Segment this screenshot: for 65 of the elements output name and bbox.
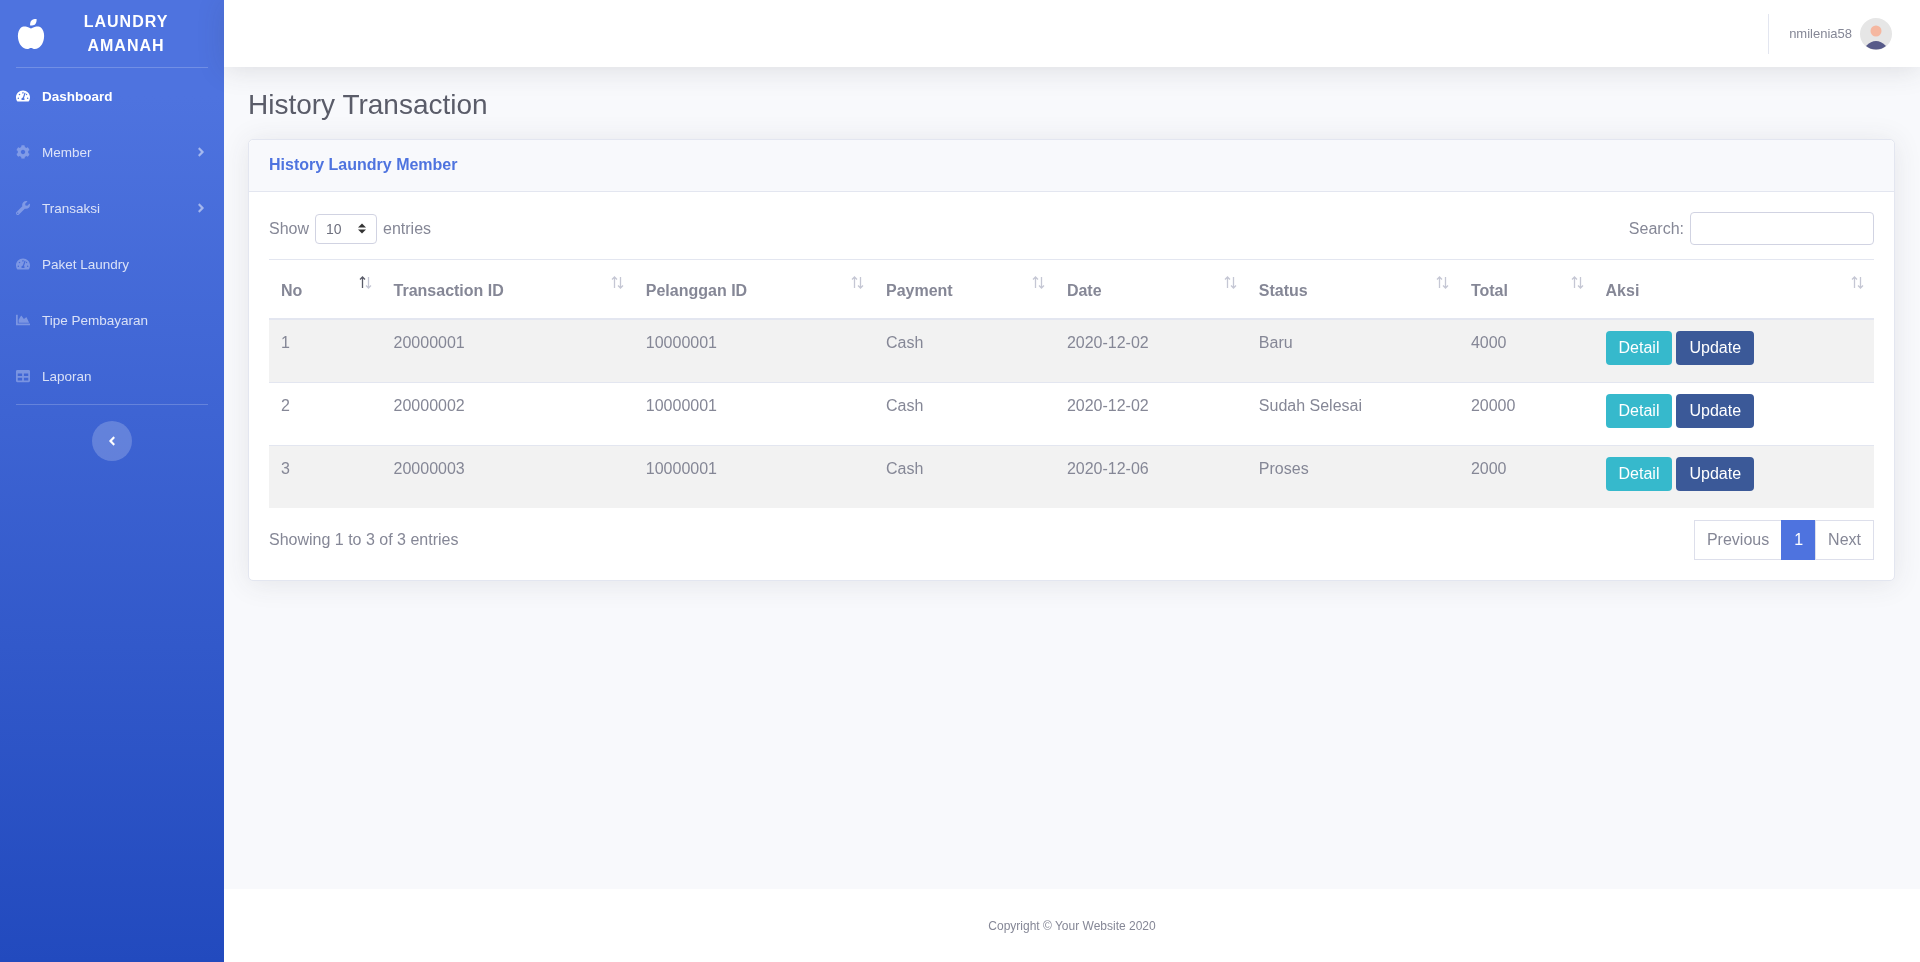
search-field[interactable]: [1690, 212, 1874, 245]
table-cell: 3: [269, 445, 382, 508]
pagination-link[interactable]: 1: [1781, 520, 1817, 560]
pagination-link[interactable]: Next: [1815, 520, 1874, 560]
table-cell: 20000001: [381, 319, 634, 383]
user-name[interactable]: nmilenia58: [1789, 26, 1852, 41]
sidebar-item-label: Transaksi: [42, 200, 100, 216]
sidebar-item[interactable]: Paket Laundry: [16, 236, 208, 292]
update-button[interactable]: Update: [1676, 331, 1755, 365]
table-cell: 2020-12-06: [1054, 445, 1247, 508]
avatar-icon[interactable]: [1860, 17, 1892, 50]
pagination-link[interactable]: Previous: [1693, 520, 1783, 560]
sidebar-item[interactable]: Member: [16, 124, 208, 180]
detail-button[interactable]: Detail: [1605, 457, 1673, 491]
apple-logo-icon: [16, 18, 46, 49]
sort-arrows-icon: [1851, 276, 1864, 289]
sidebar-item[interactable]: Dashboard: [16, 68, 208, 124]
table-cell: 20000003: [381, 445, 634, 508]
table-cell: Cash: [874, 382, 1055, 446]
table-cell: 20000: [1458, 382, 1594, 446]
sidebar-toggle-button[interactable]: [92, 421, 132, 461]
update-button[interactable]: Update: [1676, 457, 1755, 491]
table-cell: 10000001: [633, 319, 874, 383]
sidebar-item-label: Laporan: [42, 368, 92, 384]
table-cell: Baru: [1246, 319, 1459, 383]
table-cell: 2: [269, 382, 382, 446]
table-cell: Proses: [1246, 445, 1459, 508]
sidebar-item[interactable]: Transaksi: [16, 180, 208, 236]
table-cell: Cash: [874, 445, 1055, 508]
entries-select[interactable]: 10: [315, 213, 378, 244]
up-down-caret-icon: [358, 223, 367, 234]
sort-arrows-icon: [1031, 276, 1045, 289]
copyright-text: Copyright © Your Website 2020: [988, 918, 1156, 933]
sidebar-item[interactable]: Laporan: [16, 348, 208, 404]
detail-button[interactable]: Detail: [1605, 331, 1673, 365]
sidebar-item-label: Dashboard: [42, 88, 113, 104]
table-cell: 20000002: [381, 382, 634, 446]
sidebar-item[interactable]: Tipe Pembayaran: [16, 292, 208, 348]
table-info: Showing 1 to 3 of 3 entries: [269, 531, 459, 549]
table-cell: 2020-12-02: [1054, 382, 1247, 446]
sidebar-item-label: Paket Laundry: [42, 256, 130, 272]
sort-arrows-icon: [1570, 276, 1584, 289]
sort-arrows-icon: [1435, 276, 1449, 289]
update-button[interactable]: Update: [1676, 394, 1755, 428]
table-cell: 2000: [1458, 445, 1594, 508]
table-cell: Sudah Selesai: [1246, 382, 1459, 446]
table-cell: 1: [269, 319, 382, 383]
sort-arrows-icon: [358, 276, 372, 289]
sort-arrows-icon: [851, 276, 864, 289]
sort-arrows-icon: [610, 276, 624, 289]
search-label: Search:: [1628, 219, 1684, 238]
sort-arrows-icon: [1223, 276, 1237, 289]
card-title: History Laundry Member: [269, 156, 459, 174]
show-label: Show: [269, 219, 310, 238]
brand-name: LAUNDRY AMANAH: [82, 12, 170, 56]
entries-label: entries: [383, 219, 432, 238]
table-cell: 10000001: [633, 445, 874, 508]
table-cell: 10000001: [633, 382, 874, 446]
table-cell: 4000: [1458, 319, 1594, 383]
sidebar-item-label: Tipe Pembayaran: [42, 312, 149, 328]
detail-button[interactable]: Detail: [1605, 394, 1673, 428]
sidebar-item-label: Member: [42, 144, 92, 160]
table-cell: Cash: [874, 319, 1055, 383]
table-cell: 2020-12-02: [1054, 319, 1247, 383]
page-title: History Transaction: [248, 89, 489, 121]
